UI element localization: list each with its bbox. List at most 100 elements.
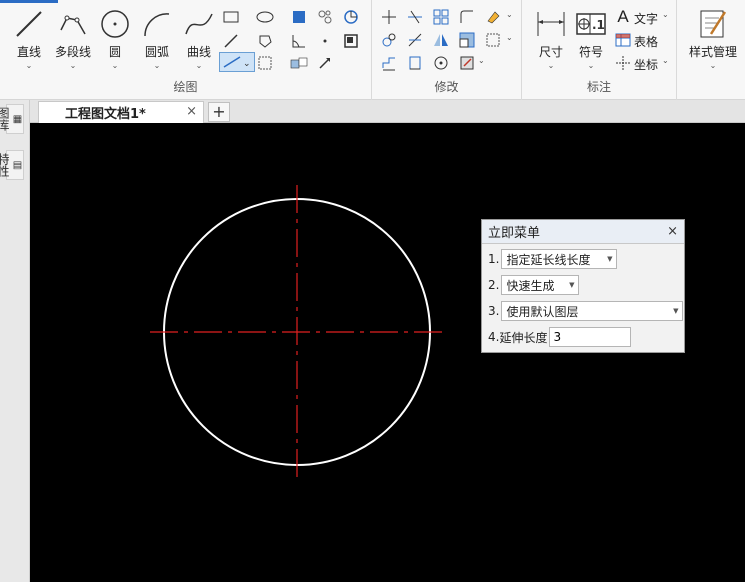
- document-tabbar: 工程图文档1* × +: [30, 100, 745, 123]
- line-button[interactable]: 直线 ⌄: [6, 8, 52, 72]
- table-icon[interactable]: [614, 31, 632, 49]
- style-manager-button[interactable]: 样式管理 ⌄: [685, 8, 741, 72]
- chevron-down-icon[interactable]: ⌄: [92, 62, 138, 70]
- immediate-menu-header: 立即菜单: [482, 220, 684, 244]
- add-tab-button[interactable]: +: [208, 102, 230, 122]
- sidebar-tab-library[interactable]: ▦ 图库: [0, 104, 24, 134]
- close-icon[interactable]: ×: [667, 224, 678, 239]
- scale-icon[interactable]: [458, 31, 476, 49]
- chevron-down-icon[interactable]: ⌄: [568, 62, 614, 70]
- polygon-icon[interactable]: [256, 32, 274, 50]
- circle-label: 圆: [108, 45, 121, 59]
- pen-icon[interactable]: [222, 32, 240, 50]
- menu-row-2: 2. 快速生成 ▼: [488, 275, 580, 295]
- text-icon[interactable]: A: [614, 7, 632, 26]
- left-sidebar: ▦ 图库 ▤ 特性: [0, 100, 30, 582]
- move-icon[interactable]: [380, 8, 398, 26]
- properties-icon: ▤: [12, 159, 23, 171]
- library-icon: ▦: [12, 113, 23, 125]
- style-manager-label: 样式管理: [688, 45, 737, 59]
- viewport-icon[interactable]: [256, 54, 274, 72]
- array-icon[interactable]: [432, 8, 450, 26]
- table-button-label[interactable]: 表格: [634, 33, 658, 50]
- pattern-icon[interactable]: [316, 8, 334, 26]
- block-icon[interactable]: [342, 32, 360, 50]
- chevron-down-icon[interactable]: ⌄: [6, 62, 52, 70]
- eraser-icon[interactable]: [484, 8, 502, 26]
- symbol-button[interactable]: .1 符号 ⌄: [568, 8, 614, 72]
- curve-label: 曲线: [186, 45, 211, 59]
- generation-mode-value: 快速生成: [506, 278, 555, 293]
- line-label: 直线: [16, 45, 41, 59]
- dropdown-arrow-icon: ▼: [607, 255, 613, 263]
- polyline-icon: [60, 15, 86, 35]
- dimension-icon: [537, 12, 565, 36]
- arc-icon: [144, 13, 170, 37]
- coordinate-button-label[interactable]: 坐标: [634, 56, 658, 73]
- extension-mode-select[interactable]: 指定延长线长度 ▼: [501, 249, 618, 269]
- arc-button[interactable]: 圆弧 ⌄: [134, 8, 180, 72]
- extension-length-label: 延伸长度: [499, 330, 548, 345]
- chevron-down-icon[interactable]: ⌄: [134, 62, 180, 70]
- chevron-down-icon[interactable]: ⌄: [506, 10, 513, 19]
- group-draw-label: 绘图: [173, 80, 198, 94]
- mirror-icon[interactable]: [432, 31, 450, 49]
- edit-props-icon[interactable]: [458, 54, 476, 72]
- circle-button[interactable]: 圆 ⌄: [92, 8, 138, 72]
- centerline-tool-icon[interactable]: ⌄: [219, 52, 255, 72]
- angle-icon[interactable]: [290, 32, 308, 50]
- coordinate-icon[interactable]: [614, 54, 632, 72]
- menu-row-1: 1. 指定延长线长度 ▼: [488, 249, 618, 269]
- chevron-down-icon[interactable]: ⌄: [176, 62, 222, 70]
- style-manager-icon: [700, 10, 727, 38]
- chevron-down-icon[interactable]: ⌄: [685, 62, 741, 70]
- ribbon: 直线 ⌄ 多段线 ⌄ 圆 ⌄ 圆弧 ⌄ 曲线 ⌄ ⌄ 绘图 ⌄ ⌄ ⌄ 修改 尺…: [0, 0, 745, 100]
- svg-text:.1: .1: [592, 18, 605, 32]
- svg-text:⌄: ⌄: [243, 59, 251, 69]
- symbol-icon: .1: [576, 13, 606, 35]
- offset-icon[interactable]: [380, 54, 398, 72]
- polyline-label: 多段线: [54, 45, 91, 59]
- symbol-label: 符号: [578, 45, 603, 59]
- stretch-icon[interactable]: [484, 31, 502, 49]
- rotate-icon[interactable]: [432, 54, 450, 72]
- menu-row-3: 3. 使用默认图层 ▼: [488, 301, 684, 321]
- chevron-down-icon[interactable]: ⌄: [662, 56, 669, 65]
- menu-row-1-num: 1.: [488, 252, 500, 266]
- tab-document[interactable]: 工程图文档1* ×: [38, 101, 204, 123]
- trim-icon[interactable]: [406, 8, 424, 26]
- menu-row-2-num: 2.: [488, 278, 500, 292]
- dropdown-arrow-icon: ▼: [569, 281, 575, 289]
- extend-icon[interactable]: [406, 31, 424, 49]
- hatch-icon[interactable]: [290, 8, 308, 26]
- curve-button[interactable]: 曲线 ⌄: [176, 8, 222, 72]
- layer-mode-select[interactable]: 使用默认图层 ▼: [501, 301, 684, 321]
- copy-icon[interactable]: [380, 31, 398, 49]
- chevron-down-icon[interactable]: ⌄: [662, 10, 669, 19]
- dropdown-arrow-icon: ▼: [673, 307, 679, 315]
- layer-stack-icon[interactable]: [290, 54, 308, 72]
- break-icon[interactable]: [406, 54, 424, 72]
- fillet-icon[interactable]: [458, 8, 476, 26]
- chevron-down-icon[interactable]: ⌄: [506, 33, 513, 42]
- group-modify: ⌄ ⌄ ⌄ 修改: [372, 0, 522, 100]
- generation-mode-select[interactable]: 快速生成 ▼: [501, 275, 580, 295]
- chevron-down-icon[interactable]: ⌄: [50, 62, 96, 70]
- chevron-down-icon[interactable]: ⌄: [478, 56, 485, 65]
- curve-icon: [185, 13, 213, 35]
- extension-length-input[interactable]: [549, 327, 632, 347]
- menu-row-4-num: 4.: [488, 330, 500, 344]
- line-icon: [16, 11, 42, 37]
- arrow-icon[interactable]: [316, 54, 334, 72]
- close-icon[interactable]: ×: [186, 104, 197, 119]
- ellipse-icon[interactable]: [256, 8, 274, 26]
- rectangle-icon[interactable]: [222, 8, 240, 26]
- group-annotate: 尺寸 ⌄ .1 符号 ⌄ A 文字 ⌄ 表格 坐标 ⌄ 标注: [522, 0, 677, 100]
- tab-document-title: 工程图文档1*: [65, 107, 146, 122]
- menu-row-3-num: 3.: [488, 304, 500, 318]
- polyline-button[interactable]: 多段线 ⌄: [50, 8, 96, 72]
- sidebar-tab-properties[interactable]: ▤ 特性: [0, 150, 24, 180]
- point-icon[interactable]: [316, 32, 334, 50]
- text-button-label[interactable]: 文字: [634, 10, 658, 27]
- region-icon[interactable]: [342, 8, 360, 26]
